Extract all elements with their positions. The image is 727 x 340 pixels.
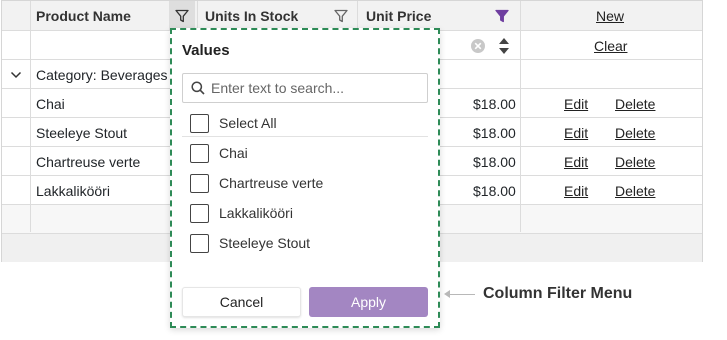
spin-up-icon[interactable]	[499, 37, 509, 44]
option-label: Lakkalikööri	[219, 205, 293, 221]
group-label: Category: Beverages	[36, 60, 168, 89]
filter-option[interactable]: Chartreuse verte	[190, 172, 323, 194]
spin-down-icon[interactable]	[499, 47, 509, 54]
delete-link[interactable]: Delete	[615, 154, 655, 170]
cell-unit-price: $18.00	[473, 95, 516, 112]
filter-search-box[interactable]	[182, 73, 428, 103]
column-divider	[520, 1, 521, 232]
delete-button[interactable]: Delete	[615, 118, 655, 147]
checkbox[interactable]	[190, 173, 209, 193]
option-label: Chartreuse verte	[219, 175, 324, 191]
column-header-label: Product Name	[36, 8, 131, 24]
funnel-outline-icon	[334, 9, 348, 22]
search-icon	[191, 81, 205, 95]
column-header-label: Units In Stock	[205, 8, 299, 24]
chevron-down-icon	[10, 71, 22, 78]
cell-product-name: Chai	[36, 95, 65, 112]
clear-circle-icon	[471, 38, 485, 53]
filter-option-select-all[interactable]: Select All	[190, 112, 277, 134]
option-label: Steeleye Stout	[219, 235, 311, 251]
spin-buttons[interactable]	[499, 31, 509, 60]
cell-product-name: Steeleye Stout	[36, 124, 128, 141]
checkbox[interactable]	[190, 143, 209, 163]
units-in-stock-filter-button[interactable]	[328, 1, 354, 30]
callout-line	[447, 294, 475, 295]
delete-link[interactable]: Delete	[615, 183, 655, 199]
callout-label: Column Filter Menu	[483, 285, 633, 302]
options-separator	[182, 136, 428, 137]
edit-link[interactable]: Edit	[564, 183, 588, 199]
group-label-text: Category: Beverages	[36, 66, 168, 83]
edit-button[interactable]: Edit	[564, 176, 588, 205]
column-filter-menu: Values Select All Chai Chartreuse verte …	[170, 28, 440, 328]
clear-value-button[interactable]	[470, 31, 486, 60]
column-divider	[30, 1, 31, 232]
delete-button[interactable]: Delete	[615, 89, 655, 118]
edit-link[interactable]: Edit	[564, 96, 588, 112]
delete-link[interactable]: Delete	[615, 96, 655, 112]
funnel-filled-icon	[495, 9, 509, 22]
edit-button[interactable]: Edit	[564, 89, 588, 118]
edit-link[interactable]: Edit	[564, 125, 588, 141]
group-collapse-button[interactable]	[10, 60, 22, 89]
cell-unit-price: $18.00	[473, 124, 516, 141]
column-header-label: Unit Price	[366, 8, 432, 24]
filter-menu-title: Values	[182, 42, 230, 59]
option-label: Chai	[219, 145, 248, 161]
clear-filter-link[interactable]: Clear	[594, 31, 627, 60]
column-header-unit-price[interactable]: Unit Price	[366, 1, 431, 31]
new-link-label[interactable]: New	[596, 8, 624, 24]
apply-button[interactable]: Apply	[309, 287, 428, 317]
option-label: Select All	[219, 115, 277, 131]
filter-option[interactable]: Steeleye Stout	[190, 232, 310, 254]
column-divider	[197, 1, 198, 31]
filter-option[interactable]: Chai	[190, 142, 248, 164]
column-header-product-name[interactable]: Product Name	[36, 1, 131, 31]
cancel-button[interactable]: Cancel	[182, 287, 301, 317]
edit-button[interactable]: Edit	[564, 147, 588, 176]
filter-option[interactable]: Lakkalikööri	[190, 202, 293, 224]
column-header-units-in-stock[interactable]: Units In Stock	[205, 1, 298, 31]
cell-product-name: Chartreuse verte	[36, 153, 141, 170]
cell-unit-price: $18.00	[473, 182, 516, 199]
filter-search-input[interactable]	[211, 80, 411, 96]
cell-product-name: Lakkalikööri	[36, 182, 110, 199]
checkbox[interactable]	[190, 203, 209, 223]
delete-button[interactable]: Delete	[615, 176, 655, 205]
new-row-link[interactable]: New	[596, 1, 624, 31]
delete-link[interactable]: Delete	[615, 125, 655, 141]
edit-button[interactable]: Edit	[564, 118, 588, 147]
checkbox[interactable]	[190, 233, 209, 253]
edit-link[interactable]: Edit	[564, 154, 588, 170]
delete-button[interactable]: Delete	[615, 147, 655, 176]
clear-link-label[interactable]: Clear	[594, 38, 627, 54]
cell-unit-price: $18.00	[473, 153, 516, 170]
grid-header-row: Product Name Units In Stock Unit Price N…	[2, 1, 702, 31]
funnel-outline-icon	[175, 9, 189, 22]
column-divider	[357, 1, 358, 31]
product-name-filter-button[interactable]	[169, 1, 195, 30]
unit-price-filter-button[interactable]	[489, 1, 515, 30]
checkbox[interactable]	[190, 113, 209, 133]
